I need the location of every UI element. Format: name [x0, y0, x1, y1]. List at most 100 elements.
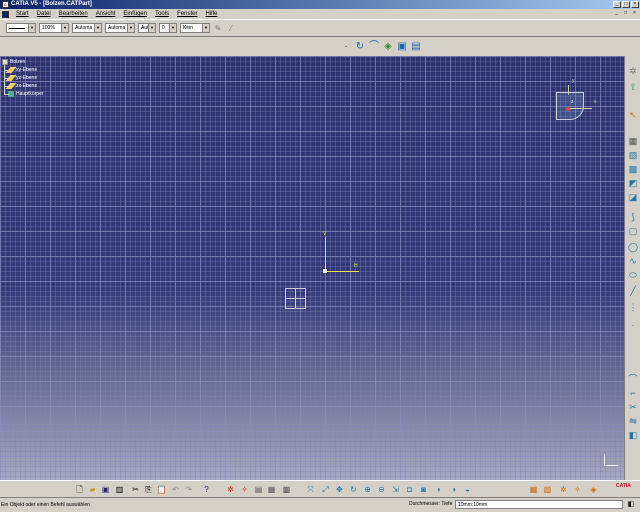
lineweight-value: Automa [108, 25, 126, 31]
update-icon[interactable]: ▤ [253, 484, 264, 495]
doc-minimize-button[interactable]: _ [613, 10, 620, 17]
part-icon[interactable]: ▣ [396, 41, 408, 53]
product-icon[interactable]: ▤ [410, 41, 422, 53]
status-bar: Ein Objekt oder einen Befehl auswählen D… [0, 497, 640, 512]
point-icon[interactable]: · [627, 320, 639, 331]
pan-icon[interactable]: ✥ [334, 484, 345, 495]
menu-start[interactable]: Start [12, 9, 33, 19]
construction-icon[interactable]: ▩ [627, 164, 639, 175]
point-dropdown[interactable]: Aut ▼ [138, 23, 156, 33]
transparency-dropdown[interactable]: 100% ▼ [39, 23, 69, 33]
axis-corner-icon [604, 454, 618, 466]
geometric-constraint-icon[interactable]: ◩ [627, 178, 639, 189]
menu-einfuegen[interactable]: Einfügen [119, 9, 151, 19]
material-icon[interactable]: ◒ [462, 484, 473, 495]
maximize-button[interactable]: □ [622, 1, 630, 8]
status-message: Ein Objekt oder einen Befehl auswählen [1, 502, 90, 508]
lineweight-dropdown[interactable]: Automa ▼ [105, 23, 135, 33]
window-titlebar: C CATIA V5 - [Bolzen.CATPart] _ □ × [0, 0, 640, 9]
circle-icon[interactable]: ◯ [627, 242, 639, 253]
menu-datei[interactable]: Datei [33, 9, 55, 19]
menu-tools[interactable]: Tools [151, 9, 173, 19]
layer-number-value: 0 [162, 25, 165, 31]
normal-view-icon[interactable]: ⇲ [390, 484, 401, 495]
tree-item-main-body[interactable]: Hauptkörper [2, 86, 44, 98]
grid-icon[interactable]: ▦ [627, 136, 639, 147]
value-input[interactable]: 10mm;10mm [455, 500, 623, 509]
close-button[interactable]: × [631, 1, 639, 8]
rotate-view-icon[interactable]: ↻ [348, 484, 359, 495]
catalog-icon[interactable]: ▩ [281, 484, 292, 495]
render-style-icon[interactable]: ◙ [418, 484, 429, 495]
color-dropdown[interactable]: ▼ [6, 23, 36, 33]
tree-root-label: Bolzen [10, 59, 26, 65]
new-file-icon[interactable]: 🗋 [74, 484, 85, 495]
sketch-analysis-icon[interactable]: ◈ [588, 484, 599, 495]
redo-icon[interactable]: ↷ [183, 484, 194, 495]
dimension-constraint-icon[interactable]: ◪ [627, 192, 639, 203]
corner-icon[interactable]: ⌒ [627, 374, 639, 385]
cut-icon[interactable]: ✂ [130, 484, 141, 495]
power-input-icon[interactable]: ◧ [626, 500, 636, 510]
dimension-mode-icon[interactable]: ✧ [572, 484, 583, 495]
layer-name-dropdown[interactable]: Kein ▼ [180, 23, 210, 33]
fit-all-icon[interactable]: ⤢ [320, 484, 331, 495]
axis-line-icon[interactable]: ⋮ [627, 302, 639, 313]
chevron-down-icon: ▼ [28, 24, 35, 32]
menu-bearbeiten[interactable]: Bearbeiten [55, 9, 92, 19]
properties-toolbar: ▼ 100% ▼ Automa ▼ Automa ▼ Aut ▼ 0 ▼ Kei… [0, 19, 640, 37]
menu-ansicht[interactable]: Ansicht [92, 9, 120, 19]
document-icon[interactable] [2, 10, 9, 18]
3d-viewport[interactable]: Bolzen xy-Ebene yz-Ebene zx-Ebene Hauptk… [0, 56, 624, 480]
point-snap-icon[interactable]: ✧ [239, 484, 250, 495]
quick-view-icon[interactable]: ◘ [404, 484, 415, 495]
catia-logo: CATIA [616, 483, 631, 489]
doc-close-button[interactable]: × [631, 10, 638, 17]
line-icon[interactable]: ╱ [627, 286, 639, 297]
trim-icon[interactable]: ✂ [627, 402, 639, 413]
fly-mode-icon[interactable]: ⤧ [305, 484, 316, 495]
print-icon[interactable]: ▥ [114, 484, 125, 495]
exit-workbench-icon[interactable]: ⇪ [627, 82, 639, 93]
format-painter-icon[interactable]: ✎ [213, 23, 223, 33]
grid-snap-icon[interactable]: ▦ [528, 484, 539, 495]
chamfer-icon[interactable]: ⌐ [627, 388, 639, 399]
spline-icon[interactable]: ∿ [627, 256, 639, 267]
compass[interactable]: y z x [552, 76, 598, 126]
menu-hilfe[interactable]: Hilfe [201, 9, 221, 19]
formula-icon[interactable]: ▦ [266, 484, 277, 495]
layer-number-dropdown[interactable]: 0 ▼ [159, 23, 177, 33]
sketcher-icon[interactable]: ✲ [627, 66, 639, 77]
bottom-toolbar: 🗋 ▰ ▣ ▥ ✂ ⎘ 📋 ↶ ↷ ? ✲ ✧ ▤ ▦ ▩ ⤧ ⤢ ✥ ↻ ⊕ … [0, 480, 640, 497]
rectangle-icon[interactable]: ▢ [627, 226, 639, 237]
zoom-out-icon[interactable]: ⊖ [376, 484, 387, 495]
profile-icon[interactable]: ⟆ [627, 212, 639, 223]
auto-constraint-icon[interactable]: ✲ [558, 484, 569, 495]
copy-icon[interactable]: ⎘ [143, 484, 154, 495]
doc-restore-button[interactable]: □ [622, 10, 629, 17]
sketch-tools-icon[interactable]: ✲ [225, 484, 236, 495]
brush-icon[interactable]: ⁄ [226, 23, 236, 33]
mirror-icon[interactable]: ⇋ [627, 416, 639, 427]
snap-icon[interactable]: ▧ [627, 150, 639, 161]
zoom-in-icon[interactable]: ⊕ [362, 484, 373, 495]
surface-icon[interactable]: ◈ [382, 41, 394, 53]
rotate-icon[interactable]: ↻ [354, 41, 366, 53]
hide-show-icon[interactable]: ◐ [434, 484, 445, 495]
linetype-value: Automa [75, 25, 93, 31]
minimize-button[interactable]: _ [613, 1, 621, 8]
swap-visible-space-icon[interactable]: ◑ [448, 484, 459, 495]
select-arrow-icon[interactable]: ↖ [627, 110, 639, 121]
linetype-dropdown[interactable]: Automa ▼ [72, 23, 102, 33]
paste-icon[interactable]: 📋 [156, 484, 167, 495]
menu-fenster[interactable]: Fenster [173, 9, 201, 19]
ellipse-icon[interactable]: ⬭ [627, 270, 639, 281]
undo-icon[interactable]: ↶ [170, 484, 181, 495]
save-icon[interactable]: ▣ [100, 484, 111, 495]
compass-z-label: z [571, 99, 574, 105]
project-icon[interactable]: ◧ [627, 430, 639, 441]
construction-mode-icon[interactable]: ▧ [542, 484, 553, 495]
arc-icon[interactable]: ⌒ [368, 41, 380, 53]
whats-this-icon[interactable]: ? [201, 484, 212, 495]
open-folder-icon[interactable]: ▰ [87, 484, 98, 495]
